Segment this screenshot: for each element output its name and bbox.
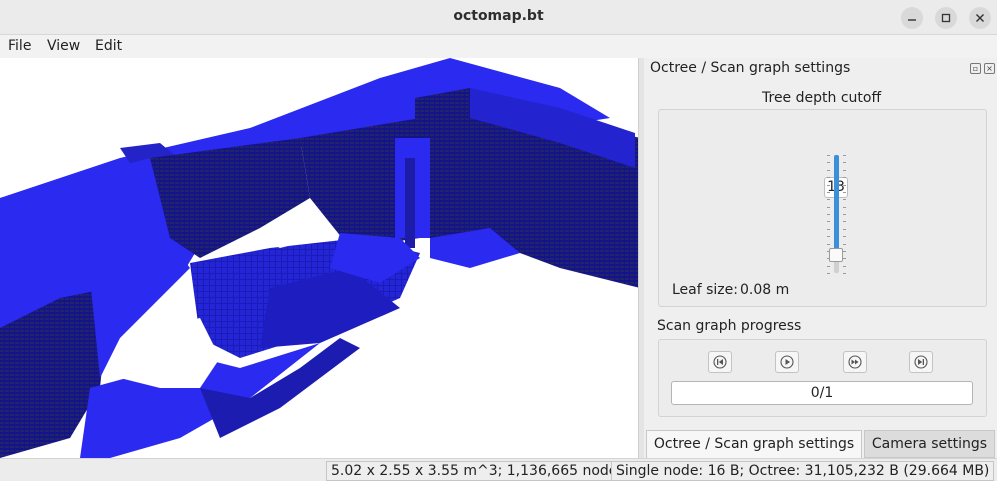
- close-button[interactable]: [969, 7, 991, 29]
- slider-tick: [843, 221, 846, 223]
- dock-title: Octree / Scan graph settings: [650, 60, 851, 76]
- skip-to-start-button[interactable]: [708, 351, 732, 373]
- slider-tick: [843, 258, 846, 260]
- skip-to-end-button[interactable]: [909, 351, 933, 373]
- slider-tick: [843, 206, 846, 208]
- slider-tick: [843, 228, 846, 230]
- slider-tick: [827, 184, 830, 186]
- slider-tick: [843, 273, 846, 274]
- slider-tick: [843, 199, 846, 201]
- tree-depth-title: Tree depth cutoff: [762, 90, 882, 106]
- skip-to-start-icon: [713, 355, 727, 369]
- octree-3d-viewport[interactable]: [0, 58, 638, 458]
- slider-tick: [843, 214, 846, 215]
- tree-depth-group: 13 Leaf size: 0.08 m: [658, 109, 987, 307]
- status-memory: Single node: 16 B; Octree: 31,105,232 B …: [611, 461, 995, 481]
- slider-tick: [827, 155, 830, 156]
- slider-tick: [843, 184, 846, 186]
- scan-graph-progress-bar: 0/1: [671, 381, 973, 405]
- slider-tick: [827, 199, 830, 201]
- leaf-size-value: 0.08 m: [740, 282, 790, 298]
- slider-tick: [827, 191, 830, 193]
- slider-tick: [843, 162, 846, 164]
- tree-depth-slider-handle[interactable]: [829, 248, 843, 263]
- slider-tick: [827, 273, 830, 274]
- slider-tick: [843, 169, 846, 171]
- play-button[interactable]: [775, 351, 799, 373]
- status-dimensions: 5.02 x 2.55 x 3.55 m^3; 1,136,665 nodes: [326, 461, 630, 481]
- scan-graph-title: Scan graph progress: [657, 318, 802, 334]
- menu-edit[interactable]: Edit: [95, 38, 122, 54]
- slider-tick: [827, 236, 830, 238]
- maximize-button[interactable]: [935, 7, 957, 29]
- settings-dock-panel: Octree / Scan graph settings ▫ × Tree de…: [644, 58, 997, 458]
- maximize-icon: [941, 13, 951, 23]
- slider-tick: [827, 265, 830, 267]
- close-dock-icon[interactable]: ×: [984, 63, 995, 74]
- tab-camera-settings[interactable]: Camera settings: [864, 430, 995, 458]
- menu-file[interactable]: File: [8, 38, 31, 54]
- slider-tick: [843, 236, 846, 238]
- slider-tick: [843, 265, 846, 267]
- slider-tick: [827, 258, 830, 260]
- octomap-voxel-render: [0, 58, 638, 458]
- scan-graph-group: [658, 339, 987, 417]
- slider-tick: [827, 214, 830, 215]
- slider-tick: [827, 206, 830, 208]
- minimize-button[interactable]: [901, 7, 923, 29]
- tree-depth-slider-fill: [834, 155, 839, 253]
- slider-tick: [843, 177, 846, 179]
- menu-bar: File View Edit: [0, 35, 997, 58]
- slider-tick: [843, 250, 846, 252]
- slider-tick: [843, 155, 846, 156]
- title-bar: octomap.bt: [0, 0, 997, 35]
- slider-tick: [827, 243, 830, 245]
- skip-to-end-icon: [914, 355, 928, 369]
- slider-tick: [827, 221, 830, 223]
- menu-view[interactable]: View: [47, 38, 80, 54]
- slider-tick: [827, 177, 830, 179]
- minimize-icon: [908, 19, 916, 21]
- slider-tick: [827, 162, 830, 164]
- window-title: octomap.bt: [453, 8, 544, 24]
- tab-octree-settings[interactable]: Octree / Scan graph settings: [646, 430, 862, 458]
- leaf-size-label: Leaf size:: [672, 282, 738, 298]
- play-icon: [780, 355, 794, 369]
- slider-tick: [843, 243, 846, 245]
- fast-forward-icon: [848, 355, 862, 369]
- slider-tick: [843, 191, 846, 193]
- close-icon: [976, 14, 984, 22]
- fast-forward-button[interactable]: [843, 351, 867, 373]
- status-bar: 5.02 x 2.55 x 3.55 m^3; 1,136,665 nodes …: [0, 458, 997, 481]
- slider-tick: [827, 250, 830, 252]
- slider-tick: [827, 228, 830, 230]
- float-dock-icon[interactable]: ▫: [970, 63, 981, 74]
- slider-tick: [827, 169, 830, 171]
